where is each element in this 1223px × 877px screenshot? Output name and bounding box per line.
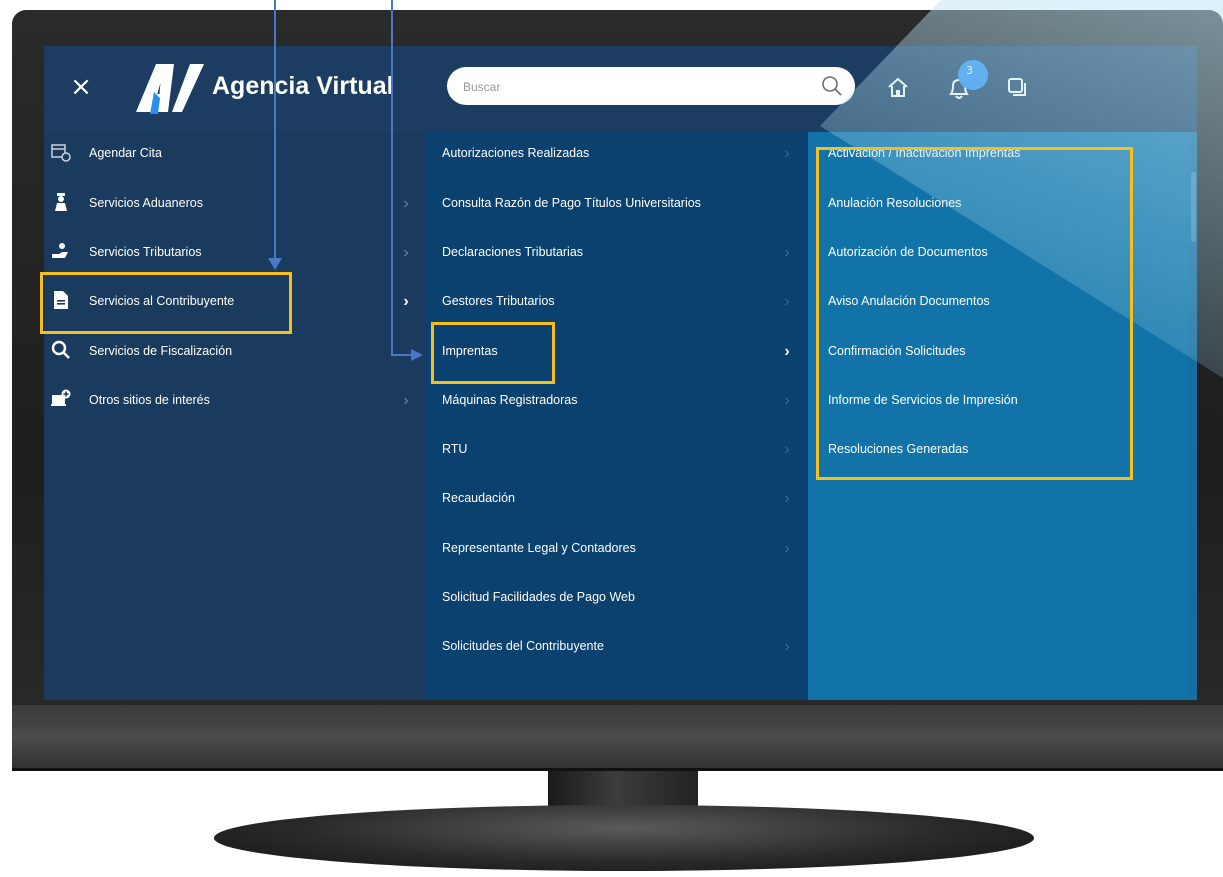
subsubmenu: Activación / Inactivación Imprentas Anul… (808, 132, 1197, 700)
menu-item-servicios-tributarios[interactable]: Servicios Tributarios › (44, 233, 425, 273)
menu-item-label: Otros sitios de interés (89, 393, 210, 407)
submenu-item-label: Gestores Tributarios (442, 294, 555, 308)
submenu-item[interactable]: RTU › (425, 430, 808, 470)
submenu-item[interactable]: Gestores Tributarios › (425, 282, 808, 322)
submenu-item-label: Autorizaciones Realizadas (442, 146, 590, 160)
submenu-item-label: Máquinas Registradoras (442, 393, 578, 407)
chevron-right-icon: › (784, 293, 790, 310)
av-logo-icon (136, 64, 204, 114)
menu-item-label: Servicios de Fiscalización (89, 344, 233, 358)
customs-officer-icon (55, 193, 67, 211)
subsubmenu-item[interactable]: Confirmación Solicitudes (808, 332, 1188, 372)
arrow-down-icon (268, 258, 282, 270)
notification-badge[interactable]: 3 (958, 60, 988, 90)
chevron-right-icon: › (403, 244, 409, 261)
arrow-right-icon (411, 349, 423, 361)
chevron-right-icon: › (784, 343, 790, 360)
magnifier-icon (51, 340, 70, 359)
subsubmenu-item-label: Anulación Resoluciones (828, 196, 962, 210)
windows-icon[interactable] (1006, 76, 1028, 98)
submenu-item-label: Solicitudes del Contribuyente (442, 639, 604, 653)
search-input[interactable] (461, 75, 805, 99)
notification-count: 3 (966, 64, 973, 77)
submenu-item-label: Solicitud Facilidades de Pago Web (442, 590, 635, 604)
submenu-item[interactable]: Solicitudes del Contribuyente › (425, 627, 808, 667)
monitor-stand-base (214, 805, 1034, 871)
subsubmenu-item-label: Autorización de Documentos (828, 245, 988, 259)
chevron-right-icon: › (403, 195, 409, 212)
menu-item-label: Servicios Tributarios (89, 245, 202, 259)
chevron-right-icon: › (784, 441, 790, 458)
menu-item-servicios-contribuyente[interactable]: Servicios al Contribuyente › (44, 282, 425, 322)
subsubmenu-item-label: Resoluciones Generadas (828, 442, 969, 456)
submenu-item-label: Consulta Razón de Pago Títulos Universit… (442, 196, 701, 210)
chevron-right-icon: › (784, 540, 790, 557)
submenu-item-imprentas[interactable]: Imprentas › (425, 332, 808, 372)
computer-plus-icon (51, 389, 71, 406)
menu-item-agendar-cita[interactable]: Agendar Cita (44, 134, 425, 174)
menu-item-servicios-aduaneros[interactable]: Servicios Aduaneros › (44, 184, 425, 224)
subsubmenu-item-label: Informe de Servicios de Impresión (828, 393, 1018, 407)
submenu-item-label: Imprentas (442, 344, 498, 358)
annotation-arrow-line (274, 0, 276, 262)
chevron-right-icon: › (784, 244, 790, 261)
chevron-right-icon: › (403, 392, 409, 409)
submenu-item-label: Declaraciones Tributarias (442, 245, 584, 259)
subsubmenu-item-label: Activación / Inactivación Imprentas (828, 146, 1021, 160)
submenu-item-label: RTU (442, 442, 468, 456)
subsubmenu-item[interactable]: Activación / Inactivación Imprentas (808, 134, 1188, 174)
subsubmenu-item[interactable]: Aviso Anulación Documentos (808, 282, 1188, 322)
submenu-item-label: Representante Legal y Contadores (442, 541, 636, 555)
subsubmenu-item-label: Aviso Anulación Documentos (828, 294, 990, 308)
subsubmenu-item-label: Confirmación Solicitudes (828, 344, 966, 358)
submenu-item[interactable]: Solicitud Facilidades de Pago Web (425, 578, 808, 618)
document-icon (54, 291, 68, 309)
submenu-item[interactable]: Declaraciones Tributarias › (425, 233, 808, 273)
submenu: Autorizaciones Realizadas › Consulta Razó… (425, 132, 808, 700)
subsubmenu-item[interactable]: Informe de Servicios de Impresión (808, 381, 1188, 421)
chevron-right-icon: › (784, 638, 790, 655)
home-icon[interactable] (886, 76, 910, 100)
subsubmenu-item[interactable]: Anulación Resoluciones (808, 184, 1188, 224)
main-menu: Agendar Cita Servicios Aduaneros › Servi… (44, 132, 425, 700)
chevron-right-icon: › (403, 293, 409, 310)
menu-item-label: Agendar Cita (89, 146, 162, 160)
menu-item-otros-sitios[interactable]: Otros sitios de interés › (44, 381, 425, 421)
chevron-right-icon: › (784, 392, 790, 409)
chevron-right-icon: › (784, 490, 790, 507)
menu-item-label: Servicios al Contribuyente (89, 294, 235, 308)
submenu-item[interactable]: Autorizaciones Realizadas › (425, 134, 808, 174)
submenu-item-label: Recaudación (442, 491, 515, 505)
annotation-arrow-line (391, 354, 413, 356)
calendar-clock-icon (51, 144, 71, 162)
submenu-item[interactable]: Representante Legal y Contadores › (425, 529, 808, 569)
submenu-item[interactable]: Recaudación › (425, 479, 808, 519)
annotation-arrow-line (391, 0, 393, 356)
search-icon[interactable] (821, 75, 843, 97)
hand-coins-icon (52, 243, 68, 258)
subsubmenu-item[interactable]: Resoluciones Generadas (808, 430, 1188, 470)
close-menu-button[interactable]: × (68, 74, 94, 100)
top-bar: × Agencia Virtual Buscar 3 (44, 46, 1197, 132)
app-title: Agencia Virtual (212, 72, 394, 100)
screen: × Agencia Virtual Buscar 3 Agendar Cita … (44, 46, 1197, 700)
scrollbar-thumb[interactable] (1191, 172, 1196, 242)
search-box[interactable] (447, 67, 855, 105)
chevron-right-icon: › (784, 145, 790, 162)
submenu-item[interactable]: Consulta Razón de Pago Títulos Universit… (425, 184, 808, 224)
monitor-bezel (12, 705, 1223, 770)
menu-item-servicios-fiscalizacion[interactable]: Servicios de Fiscalización (44, 332, 425, 372)
scrollbar[interactable] (1189, 132, 1197, 700)
menu-item-label: Servicios Aduaneros (89, 196, 203, 210)
submenu-item[interactable]: Máquinas Registradoras › (425, 381, 808, 421)
subsubmenu-item[interactable]: Autorización de Documentos (808, 233, 1188, 273)
